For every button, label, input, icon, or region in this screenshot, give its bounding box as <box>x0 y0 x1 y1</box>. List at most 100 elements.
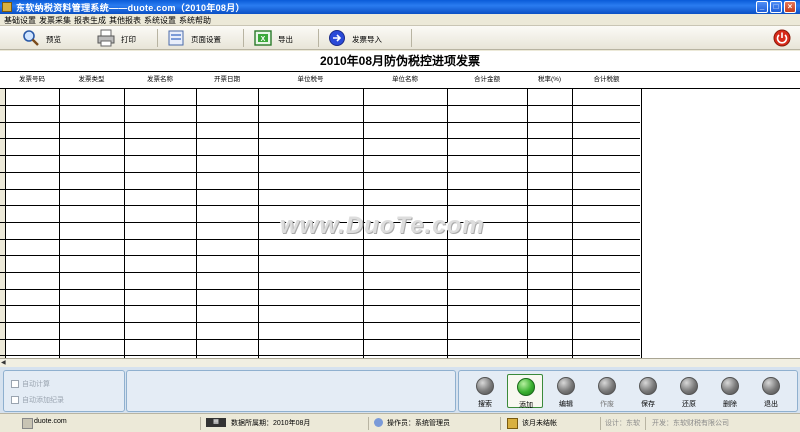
auto-add-checkbox[interactable]: 自动添加纪录 <box>11 395 64 405</box>
menu-item-system-settings[interactable]: 系统设置 <box>144 15 176 26</box>
grid-header: 发票号码 发票类型 发票名称 开票日期 单位税号 单位名称 合计金额 税率(%)… <box>0 72 800 89</box>
import-icon <box>329 30 345 46</box>
grid-row-line <box>0 105 640 106</box>
invoice-import-button[interactable]: 发票导入 <box>328 28 392 48</box>
column-header[interactable]: 合计税额 <box>572 72 641 88</box>
column-header[interactable]: 发票类型 <box>59 72 124 88</box>
page-setup-icon <box>168 30 184 46</box>
menu-item-system-help[interactable]: 系统帮助 <box>179 15 211 26</box>
toolbar-separator <box>318 29 319 47</box>
menu-item-report-gen[interactable]: 报表生成 <box>74 15 106 26</box>
invoice-import-label: 发票导入 <box>352 35 382 44</box>
menu-item-basic-settings[interactable]: 基础设置 <box>4 15 36 26</box>
bottom-panel: 自动计算 自动添加纪录 搜索 添加 编辑 作废 保存 还原 删除 退出 <box>0 367 800 413</box>
void-button[interactable]: 作废 <box>589 374 625 408</box>
edit-label: 编辑 <box>559 401 573 408</box>
maximize-button[interactable]: □ <box>770 1 782 13</box>
svg-text:X: X <box>261 36 266 43</box>
grid-row-line <box>0 155 640 156</box>
save-icon <box>639 377 657 395</box>
menu-item-other-reports[interactable]: 其他报表 <box>109 15 141 26</box>
menu-bar: 基础设置 发票采集 报表生成 其他报表 系统设置 系统帮助 <box>0 14 800 26</box>
exit-action-icon <box>762 377 780 395</box>
printer-icon <box>97 29 115 47</box>
status-site: duote.com <box>34 418 67 425</box>
status-month-state: 该月未结帐 <box>522 420 557 427</box>
add-button[interactable]: 添加 <box>507 374 543 409</box>
grid-row-line <box>0 272 640 273</box>
page-setup-button[interactable]: 页面设置 <box>167 28 237 48</box>
column-header[interactable]: 合计金额 <box>447 72 527 88</box>
search-button[interactable]: 搜索 <box>467 374 503 408</box>
export-label: 导出 <box>278 35 293 44</box>
grid-row-line <box>0 255 640 256</box>
column-header[interactable]: 发票名称 <box>124 72 196 88</box>
column-header[interactable]: 单位税号 <box>258 72 363 88</box>
void-icon <box>598 377 616 395</box>
magnifier-icon <box>23 30 39 46</box>
restore-label: 还原 <box>682 401 696 408</box>
status-operator: 操作员：系统管理员 <box>387 420 450 427</box>
preview-button[interactable]: 预览 <box>22 28 72 48</box>
app-icon <box>2 2 12 12</box>
auto-add-label: 自动添加纪录 <box>22 397 64 404</box>
save-label: 保存 <box>641 401 655 408</box>
auto-calc-checkbox[interactable]: 自动计算 <box>11 379 50 389</box>
horizontal-scrollbar[interactable]: ◀ <box>0 358 800 367</box>
title-bar: 东软纳税资料管理系统——duote.com（2010年08月） _ □ × <box>0 0 800 14</box>
window-title: 东软纳税资料管理系统——duote.com（2010年08月） <box>16 3 245 13</box>
print-button[interactable]: 打印 <box>97 28 147 48</box>
column-header[interactable]: 单位名称 <box>363 72 447 88</box>
grid-row-line <box>0 138 640 139</box>
preview-label: 预览 <box>46 35 61 44</box>
column-header[interactable]: 开票日期 <box>196 72 258 88</box>
print-label: 打印 <box>121 35 136 44</box>
grid-row-line <box>0 205 640 206</box>
void-label: 作废 <box>600 401 614 408</box>
status-period: 数据所属期：2010年08月 <box>231 420 311 427</box>
invoice-grid[interactable]: 发票号码 发票类型 发票名称 开票日期 单位税号 单位名称 合计金额 税率(%)… <box>0 71 800 358</box>
lock-icon <box>507 418 518 429</box>
actions-panel: 搜索 添加 编辑 作废 保存 还原 删除 退出 <box>458 370 798 412</box>
grid-row-line <box>0 305 640 306</box>
column-header[interactable]: 税率(%) <box>527 72 572 88</box>
delete-label: 删除 <box>723 401 737 408</box>
grid-row-line <box>0 172 640 173</box>
restore-icon <box>680 377 698 395</box>
restore-button[interactable]: 还原 <box>671 374 707 408</box>
exit-button[interactable]: 退出 <box>753 374 789 408</box>
column-header[interactable]: 发票号码 <box>5 72 59 88</box>
info-panel <box>126 370 456 412</box>
menu-item-invoice-collect[interactable]: 发票采集 <box>39 15 71 26</box>
delete-icon <box>721 377 739 395</box>
grid-row-line <box>0 289 640 290</box>
page-setup-label: 页面设置 <box>191 35 221 44</box>
edit-icon <box>557 377 575 395</box>
scroll-left-icon[interactable]: ◀ <box>1 360 7 366</box>
minimize-button[interactable]: _ <box>756 1 768 13</box>
auto-calc-label: 自动计算 <box>22 381 50 388</box>
add-icon <box>517 378 535 396</box>
report-title: 2010年08月防伪税控进项发票 <box>0 51 800 71</box>
toolbar-separator <box>411 29 412 47</box>
exit-icon[interactable] <box>773 29 791 47</box>
status-design: 设计：东软 <box>605 420 640 427</box>
toolbar-separator <box>243 29 244 47</box>
search-label: 搜索 <box>478 401 492 408</box>
toolbar: 预览 打印 页面设置 X 导出 发票导入 <box>0 26 800 50</box>
user-icon <box>374 418 383 427</box>
search-icon <box>476 377 494 395</box>
grid-row-line <box>0 355 640 356</box>
toolbar-separator <box>157 29 158 47</box>
close-button[interactable]: × <box>784 1 796 13</box>
save-button[interactable]: 保存 <box>630 374 666 408</box>
grid-row-line <box>0 322 640 323</box>
grid-row-line <box>0 339 640 340</box>
exit-label: 退出 <box>764 401 778 408</box>
computer-icon <box>22 418 33 429</box>
edit-button[interactable]: 编辑 <box>548 374 584 408</box>
export-button[interactable]: X 导出 <box>254 28 304 48</box>
status-company: 开发：东软财税有限公司 <box>652 420 729 427</box>
status-bar: duote.com ▦ 数据所属期：2010年08月 操作员：系统管理员 该月未… <box>0 413 800 432</box>
delete-button[interactable]: 删除 <box>712 374 748 408</box>
